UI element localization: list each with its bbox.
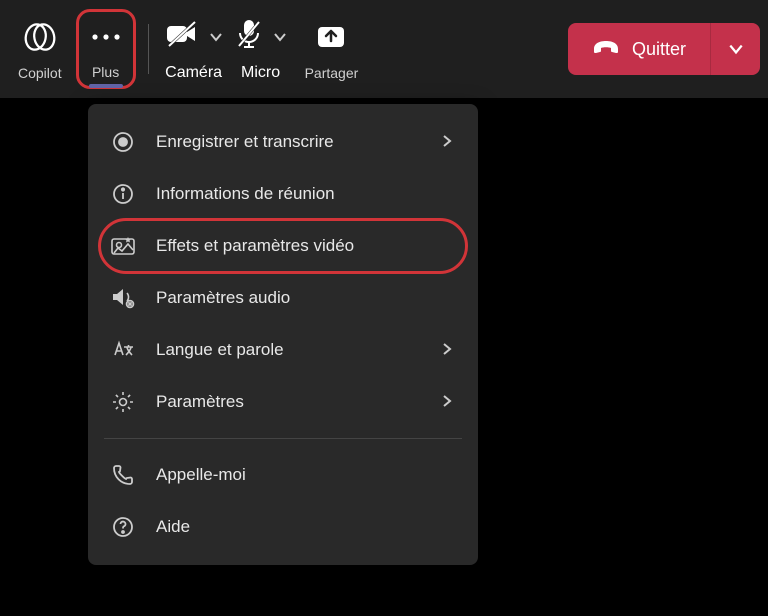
camera-off-icon — [165, 20, 199, 53]
phone-icon — [110, 462, 136, 488]
leave-more-button[interactable] — [710, 23, 760, 75]
toolbar-divider — [148, 24, 149, 74]
help-icon — [110, 514, 136, 540]
menu-language[interactable]: Langue et parole — [88, 324, 478, 376]
menu-help-label: Aide — [156, 517, 456, 537]
mic-off-icon — [235, 19, 263, 54]
language-icon — [110, 337, 136, 363]
leave-button-group: Quitter — [568, 23, 760, 75]
menu-video-effects-label: Effets et paramètres vidéo — [156, 236, 456, 256]
more-label: Plus — [92, 64, 119, 80]
active-indicator — [89, 84, 123, 88]
camera-label: Caméra — [165, 64, 222, 82]
hangup-icon — [592, 39, 620, 60]
speaker-icon — [110, 285, 136, 311]
menu-language-label: Langue et parole — [156, 340, 420, 360]
menu-audio-settings-label: Paramètres audio — [156, 288, 456, 308]
more-dropdown-menu: Enregistrer et transcrire Informations d… — [88, 104, 478, 565]
menu-divider — [104, 438, 462, 439]
menu-settings-label: Paramètres — [156, 392, 420, 412]
share-label: Partager — [305, 65, 359, 81]
menu-call-me-label: Appelle-moi — [156, 465, 456, 485]
camera-button[interactable]: Caméra — [161, 9, 227, 89]
menu-record[interactable]: Enregistrer et transcrire — [88, 116, 478, 168]
share-button[interactable]: Partager — [295, 9, 369, 89]
chevron-right-icon — [440, 342, 456, 358]
video-effects-icon — [110, 233, 136, 259]
leave-button[interactable]: Quitter — [568, 23, 710, 75]
chevron-right-icon — [440, 394, 456, 410]
ellipsis-icon — [89, 18, 123, 56]
copilot-label: Copilot — [18, 65, 62, 81]
micro-button[interactable]: Micro — [231, 9, 291, 89]
menu-help[interactable]: Aide — [88, 501, 478, 553]
menu-settings[interactable]: Paramètres — [88, 376, 478, 428]
info-icon — [110, 181, 136, 207]
micro-label: Micro — [241, 64, 280, 82]
chevron-down-icon — [728, 41, 744, 57]
chevron-down-icon[interactable] — [273, 30, 287, 44]
copilot-icon — [23, 17, 57, 57]
leave-label: Quitter — [632, 39, 686, 60]
meeting-toolbar: Copilot Plus — [0, 0, 768, 98]
menu-audio-settings[interactable]: Paramètres audio — [88, 272, 478, 324]
share-icon — [314, 17, 348, 57]
chevron-right-icon — [440, 134, 456, 150]
more-button[interactable]: Plus — [76, 9, 136, 89]
gear-icon — [110, 389, 136, 415]
chevron-down-icon[interactable] — [209, 30, 223, 44]
record-icon — [110, 129, 136, 155]
copilot-button[interactable]: Copilot — [8, 9, 72, 89]
menu-meeting-info[interactable]: Informations de réunion — [88, 168, 478, 220]
menu-call-me[interactable]: Appelle-moi — [88, 449, 478, 501]
menu-record-label: Enregistrer et transcrire — [156, 132, 420, 152]
menu-meeting-info-label: Informations de réunion — [156, 184, 456, 204]
menu-video-effects[interactable]: Effets et paramètres vidéo — [88, 220, 478, 272]
